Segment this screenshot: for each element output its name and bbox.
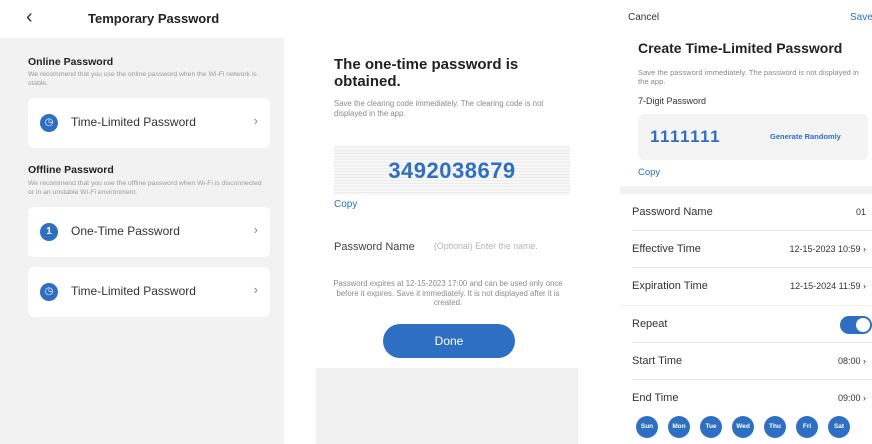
- save-button[interactable]: Save: [850, 12, 872, 23]
- password-name-label: Password Name: [334, 241, 415, 253]
- row-value: 12-15-2024 11:59 ›: [790, 281, 866, 291]
- repeat-toggle[interactable]: [840, 316, 872, 334]
- row-value: 08:00 ›: [837, 356, 866, 366]
- code-box: 3492038679: [334, 145, 570, 195]
- clock-icon: ◷: [40, 114, 58, 132]
- row-label: Start Time: [632, 355, 683, 367]
- password-value: 1111111: [650, 127, 722, 146]
- copy-button[interactable]: Copy: [334, 199, 357, 210]
- password-box: 1111111 Generate Randomly: [638, 114, 868, 160]
- chevron-right-icon: ›: [253, 282, 258, 297]
- row-label: Expiration Time: [632, 280, 708, 292]
- row-label: Password Name: [632, 206, 713, 218]
- repeat-row: Repeat: [620, 306, 872, 343]
- copy-button[interactable]: Copy: [638, 167, 660, 178]
- bottom-area: [316, 368, 578, 444]
- day-mon[interactable]: Mon: [668, 416, 690, 438]
- one-time-password-result: The one-time password is obtained. Save …: [316, 0, 578, 444]
- row-value: 12-15-2023 10:59 ›: [789, 244, 866, 254]
- online-password-title: Online Password: [28, 56, 114, 68]
- expiry-note: Password expires at 12-15-2023 17:00 and…: [333, 279, 563, 307]
- row-value: 09:00 ›: [837, 393, 866, 403]
- create-heading: Create Time-Limited Password: [638, 40, 843, 56]
- cancel-button[interactable]: Cancel: [628, 12, 659, 23]
- offline-time-limited-password-item[interactable]: ◷ Time-Limited Password ›: [28, 267, 270, 317]
- weekday-selector: Sun Mon Tue Wed Thu Fri Sat: [620, 412, 872, 444]
- day-thu[interactable]: Thu: [764, 416, 786, 438]
- one-time-password-item[interactable]: 1 One-Time Password ›: [28, 207, 270, 257]
- result-subtext: Save the clearing code immediately. The …: [334, 99, 544, 118]
- clock-icon: ◷: [40, 283, 58, 301]
- generate-randomly-button[interactable]: Generate Randomly: [770, 132, 841, 141]
- day-fri[interactable]: Fri: [796, 416, 818, 438]
- offline-password-title: Offline Password: [28, 164, 114, 176]
- temporary-password-screen: ‹ Temporary Password Online Password We …: [0, 0, 284, 444]
- day-tue[interactable]: Tue: [700, 416, 722, 438]
- result-heading: The one-time password is obtained.: [334, 56, 519, 90]
- chevron-right-icon: ›: [253, 113, 258, 128]
- day-wed[interactable]: Wed: [732, 416, 754, 438]
- row-value: 01: [855, 207, 866, 217]
- toggle-knob: [856, 318, 870, 332]
- start-time-row[interactable]: Start Time 08:00 ›: [620, 343, 872, 380]
- chevron-left-icon[interactable]: ‹: [26, 6, 33, 28]
- top-bar: ‹ Temporary Password: [0, 0, 284, 38]
- row-label: Repeat: [632, 318, 668, 330]
- row-label: Effective Time: [632, 243, 701, 255]
- one-time-code: 3492038679: [388, 158, 516, 183]
- offline-password-desc: We recommend that you use the offline pa…: [28, 180, 262, 196]
- item-label: Time-Limited Password: [71, 115, 196, 129]
- page-title: Temporary Password: [88, 11, 220, 26]
- day-sat[interactable]: Sat: [828, 416, 850, 438]
- day-sun[interactable]: Sun: [636, 416, 658, 438]
- create-desc: Save the password immediately. The passw…: [638, 68, 859, 86]
- effective-time-row[interactable]: Effective Time 12-15-2023 10:59 ›: [620, 231, 872, 268]
- online-password-desc: We recommend that you use the online pas…: [28, 71, 257, 87]
- row-label: End Time: [632, 392, 679, 404]
- chevron-right-icon: ›: [253, 222, 258, 237]
- online-time-limited-password-item[interactable]: ◷ Time-Limited Password ›: [28, 98, 270, 148]
- item-label: One-Time Password: [71, 224, 180, 238]
- password-name-input[interactable]: [434, 238, 574, 254]
- digits-label: 7-Digit Password: [638, 96, 707, 106]
- expiration-time-row[interactable]: Expiration Time 12-15-2024 11:59 ›: [620, 268, 872, 305]
- upper-section: Cancel Save Create Time-Limited Password…: [620, 0, 872, 186]
- item-label: Time-Limited Password: [71, 284, 196, 298]
- one-icon: 1: [40, 223, 58, 241]
- password-name-row[interactable]: Password Name 01: [620, 194, 872, 231]
- done-button[interactable]: Done: [383, 324, 515, 358]
- create-time-limited-password-screen: Cancel Save Create Time-Limited Password…: [620, 0, 872, 444]
